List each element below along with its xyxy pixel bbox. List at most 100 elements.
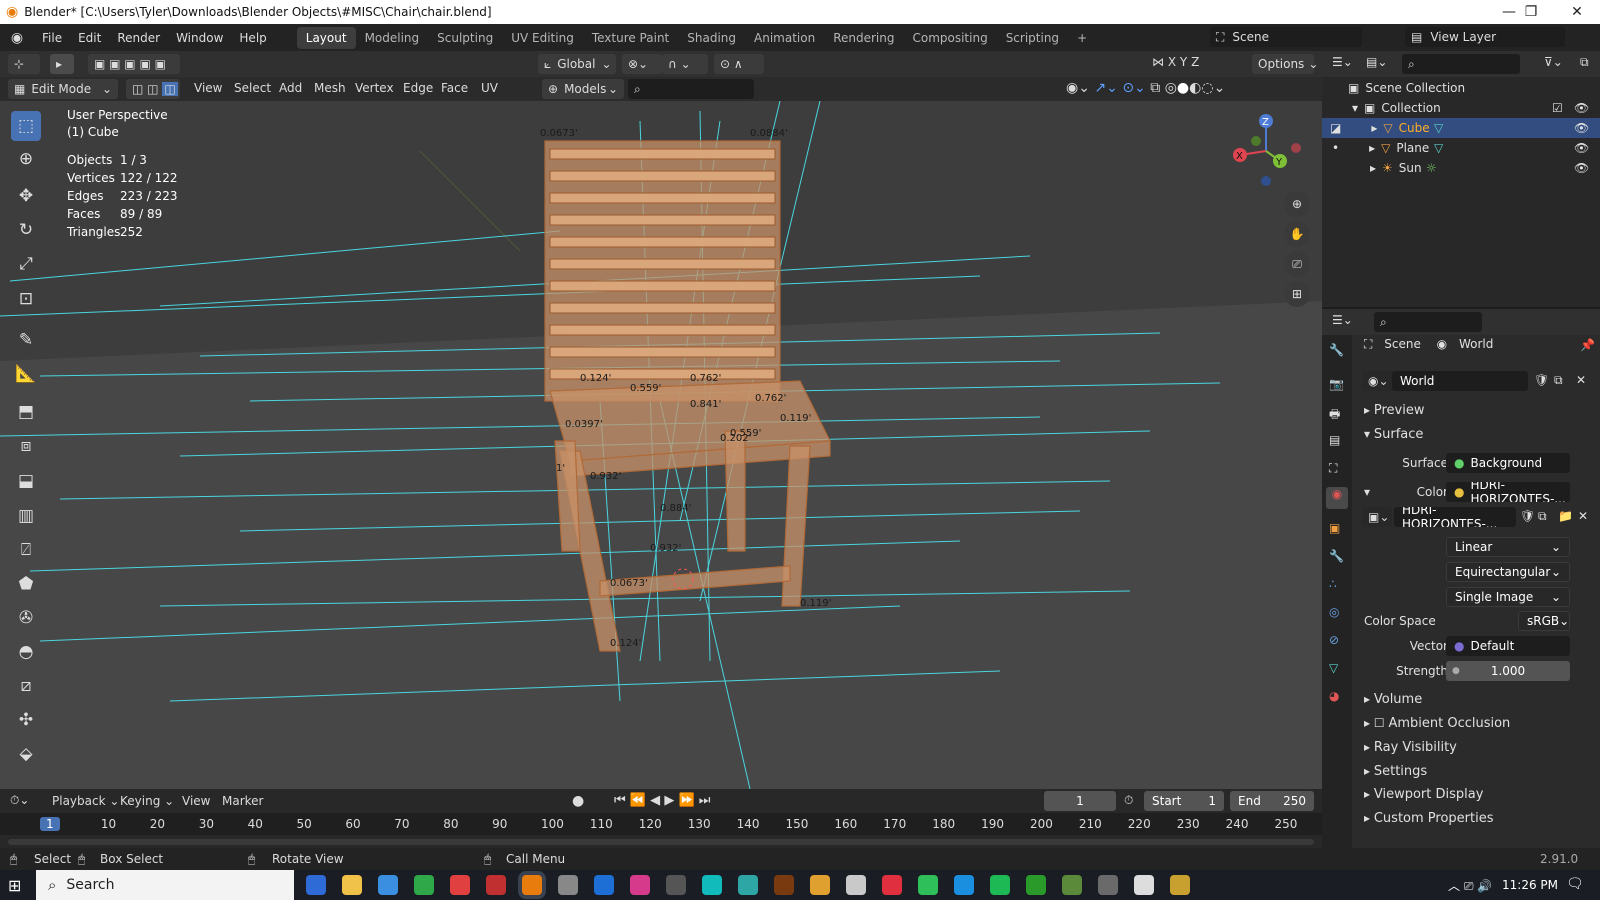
select-mode-button[interactable]: ▸ [50,54,74,74]
modifier-tab-icon[interactable]: 🔧 [1329,549,1344,563]
tab-compositing[interactable]: Compositing [903,27,996,49]
expand-arrow-icon[interactable]: ▸ [1369,141,1375,155]
panel-viewport-display[interactable]: ▸ Viewport Display [1364,787,1483,802]
menu-window[interactable]: Window [168,24,231,51]
scene-tab-icon[interactable]: ⛶ [1329,461,1337,476]
add-workspace-button[interactable]: + [1068,27,1096,49]
outliner-row-scene-collection[interactable]: ▣ Scene Collection [1322,78,1600,98]
taskbar-app-icon[interactable] [1026,875,1046,895]
notifications-icon[interactable]: 🗨 [1566,876,1584,892]
tool-tab-icon[interactable]: 🔧 [1329,343,1344,357]
particles-tab-icon[interactable]: ∴ [1329,577,1337,591]
tab-scripting[interactable]: Scripting [997,27,1068,49]
menu-mesh[interactable]: Mesh [314,81,346,95]
taskbar-app-icon[interactable] [558,875,578,895]
viewport-search[interactable]: ⌕ [628,79,754,99]
surface-shader-field[interactable]: ● Background [1446,453,1570,473]
outliner-editor-icon[interactable]: ☰⌄ [1332,55,1353,69]
fake-user-icon[interactable]: 🛡 [1534,373,1549,387]
constraints-tab-icon[interactable]: ⊘ [1329,633,1339,647]
timeline-editor-icon[interactable]: ⏱⌄ [10,793,29,808]
taskbar-app-icon[interactable] [450,875,470,895]
pan-hand-icon[interactable]: ✋ [1284,221,1310,247]
view-layer-tab-icon[interactable]: ▤ [1329,433,1340,447]
edge-slide-icon[interactable]: ⧄ [11,671,41,701]
spin-icon[interactable]: ✇ [11,603,41,633]
3d-viewport[interactable]: 0.0673' 0.0884' 0.124' 0.559' 0.762' 0.841' 0.… [0,101,1322,789]
close-window-button[interactable]: ✕ [1554,0,1600,24]
taskbar-app-icon[interactable] [342,875,362,895]
fake-user-icon[interactable]: 🛡 [1520,509,1535,523]
taskbar-app-icon[interactable] [846,875,866,895]
cursor-tool-icon[interactable]: ⊕ [11,144,41,174]
extrude-icon[interactable]: ⬒ [11,397,41,427]
unlink-icon[interactable]: ✕ [1578,509,1588,523]
taskbar-app-icon[interactable] [1170,875,1190,895]
panel-settings[interactable]: ▸ Settings [1364,764,1427,779]
pin-icon[interactable]: 📌 [1580,338,1595,352]
taskbar-app-icon[interactable] [522,875,542,895]
taskbar-app-icon[interactable] [414,875,434,895]
taskbar-app-icon[interactable] [630,875,650,895]
taskbar-app-icon[interactable] [882,875,902,895]
eye-icon[interactable]: 👁 [1574,121,1589,135]
folder-icon[interactable]: 📁 [1558,509,1573,523]
current-frame-field[interactable]: 1 [1044,791,1116,811]
inset-icon[interactable]: ⧈ [11,431,41,461]
duplicate-icon[interactable]: ⧉ [1538,509,1547,524]
panel-ambient-occlusion[interactable]: ▸ ☐ Ambient Occlusion [1364,716,1510,731]
view-layer-selector[interactable]: ▤ View Layer [1405,27,1565,47]
physics-tab-icon[interactable]: ◎ [1329,605,1339,619]
pivot-dropdown[interactable]: ⊗⌄ [622,54,662,74]
taskbar-app-icon[interactable] [666,875,686,895]
transform-icon[interactable]: ⊡ [11,284,41,314]
menu-render[interactable]: Render [109,24,168,51]
source-dropdown[interactable]: Single Image ⌄ [1446,587,1570,607]
menu-add[interactable]: Add [279,81,302,95]
rotate-icon[interactable]: ↻ [11,215,41,245]
menu-timeline-view[interactable]: View [182,794,210,808]
panel-custom-properties[interactable]: ▸ Custom Properties [1364,811,1494,826]
object-tab-icon[interactable]: ▣ [1329,521,1340,535]
tab-layout[interactable]: Layout [296,26,356,49]
menu-uv[interactable]: UV [481,81,498,95]
outliner-row-plane[interactable]: • ▸ ▽ Plane ▽ 👁 [1322,138,1600,158]
menu-help[interactable]: Help [231,24,274,51]
taskbar-app-icon[interactable] [306,875,326,895]
output-tab-icon[interactable]: 🖶 [1329,405,1340,426]
taskbar-search-box[interactable]: ⌕ Search [36,870,294,900]
menu-edit[interactable]: Edit [70,24,109,51]
frame-ruler[interactable]: 1 10 20 30 40 50 60 70 80 90 100 110 120 130 140 150 160… [0,813,1322,835]
perspective-grid-icon[interactable]: ⊞ [1284,281,1310,307]
menu-marker[interactable]: Marker [222,794,263,808]
tray-icons[interactable]: ︿ ⎚ 🔊 [1448,877,1492,894]
taskbar-app-icon[interactable] [702,875,722,895]
menu-keying[interactable]: Keying ⌄ [120,794,174,808]
taskbar-app-icon[interactable] [594,875,614,895]
eye-icon[interactable]: 👁 [1574,101,1589,115]
select-box-icon[interactable]: ⬚ [11,111,41,141]
data-tab-icon[interactable]: ▽ [1329,661,1338,675]
tab-texture-paint[interactable]: Texture Paint [583,27,678,49]
move-icon[interactable]: ✥ [11,181,41,211]
panel-surface[interactable]: ▾ Surface [1364,427,1423,442]
zoom-icon[interactable]: ⊕ [1284,191,1310,217]
menu-vertex[interactable]: Vertex [355,81,394,95]
render-tab-icon[interactable]: 📷 [1329,377,1344,391]
shrink-fatten-icon[interactable]: ✣ [11,705,41,735]
options-dropdown[interactable]: Options ⌄ [1252,54,1318,74]
menu-playback[interactable]: Playback ⌄ [52,794,119,808]
menu-edge[interactable]: Edge [403,81,433,95]
annotate-icon[interactable]: ✎ [11,325,41,355]
taskbar-app-icon[interactable] [810,875,830,895]
outliner-search[interactable]: ⌕ [1402,54,1520,74]
bevel-icon[interactable]: ⬓ [11,466,41,496]
eye-icon[interactable]: 👁 [1574,141,1589,155]
tab-rendering[interactable]: Rendering [824,27,903,49]
collection-dropdown[interactable]: ⊕ Models ⌄ [542,79,624,99]
panel-ray-visibility[interactable]: ▸ Ray Visibility [1364,740,1457,755]
maximize-button[interactable]: ❐ [1508,0,1554,24]
unlink-icon[interactable]: ✕ [1576,373,1586,387]
snap-toggle[interactable]: ∩ ⌄ [662,54,708,74]
selection-modes[interactable]: ▣ ▣ ▣ ▣ ▣ [88,54,180,74]
